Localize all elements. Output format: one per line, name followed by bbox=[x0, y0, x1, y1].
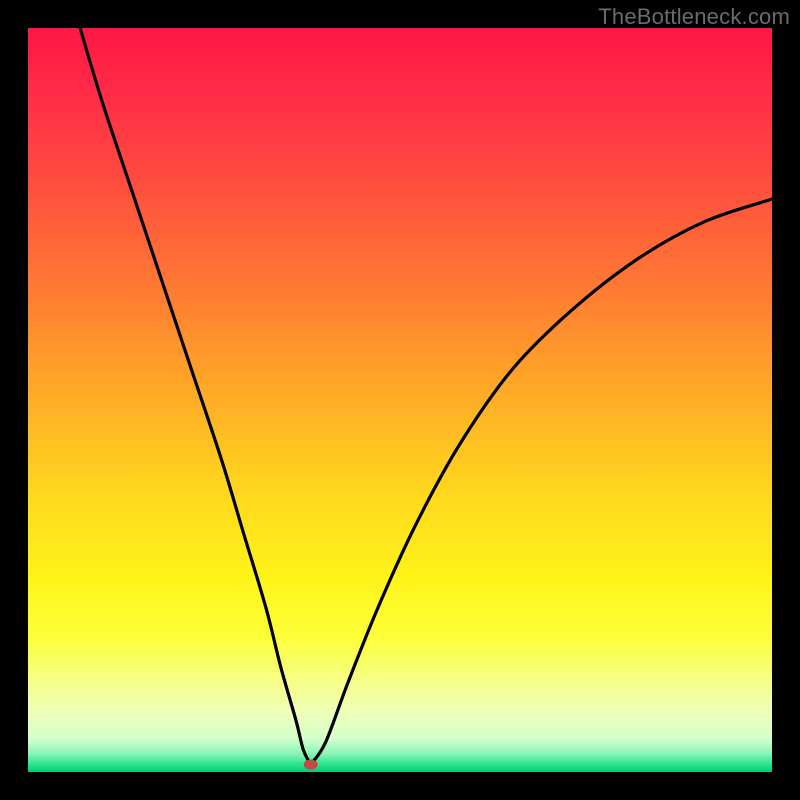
curve-right-branch bbox=[311, 199, 772, 764]
chart-frame: TheBottleneck.com bbox=[0, 0, 800, 800]
chart-svg bbox=[28, 28, 772, 772]
plot-area bbox=[28, 28, 772, 772]
curve-left-branch bbox=[80, 28, 311, 765]
watermark-text: TheBottleneck.com bbox=[598, 4, 790, 30]
minimum-marker bbox=[304, 760, 318, 770]
